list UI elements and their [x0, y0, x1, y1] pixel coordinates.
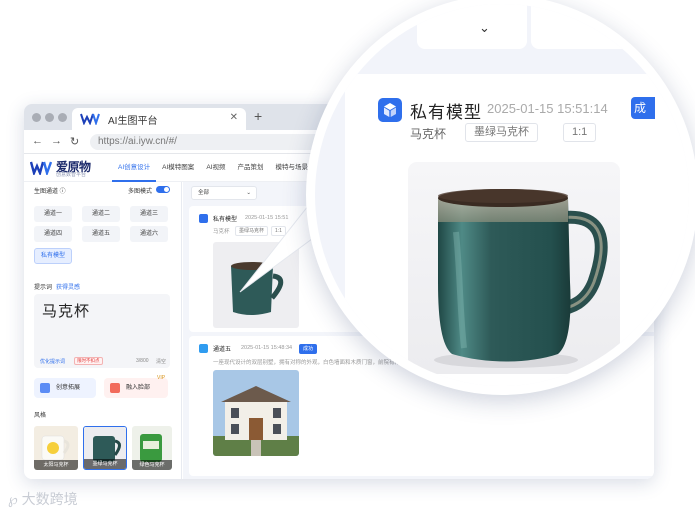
style-label: 风格	[34, 413, 47, 419]
villa-image	[213, 370, 299, 456]
window-close-dot[interactable]	[32, 113, 41, 122]
private-model-button[interactable]: 私有模型	[34, 248, 72, 264]
lens-title: 私有模型	[410, 103, 482, 122]
card1-product: 马克杯	[213, 229, 230, 235]
cube-icon	[384, 103, 396, 117]
card2-title: 通道五	[213, 347, 232, 353]
brand-subtitle: 创意数智平台	[56, 172, 87, 178]
forward-arrow-icon[interactable]: →	[51, 135, 62, 147]
site-logo-icon	[80, 113, 100, 125]
nav-ai-model[interactable]: AI模特图案	[156, 154, 200, 182]
channel-2-button[interactable]: 通道二	[82, 206, 120, 222]
multi-mode-toggle[interactable]	[156, 186, 170, 193]
lens-circle: ⌄ 私有模型 2025-01-15 15:51:14 成 马克杯 墨绿马克杯 1…	[306, 0, 695, 395]
new-tab-icon[interactable]: +	[254, 108, 262, 124]
lens-tag-style: 墨绿马克杯	[465, 123, 538, 142]
face-icon	[110, 383, 120, 393]
expand-icon	[40, 383, 50, 393]
face-blend-button[interactable]: 融入脸部	[104, 378, 168, 398]
clear-link[interactable]: 清空	[156, 358, 166, 365]
prompt-counter: 3/800	[136, 358, 149, 364]
inspiration-link[interactable]: 获得灵感	[56, 282, 80, 291]
style-caption-2: 墨绿马克杯	[84, 459, 126, 469]
private-model-icon	[199, 214, 208, 223]
style-caption-3: 绿色马克杯	[132, 460, 172, 470]
channel-label: 生图通道 ⓘ	[34, 189, 66, 195]
filter-value: 全部	[198, 190, 210, 196]
brand-mark-icon	[30, 161, 52, 175]
nav-ai-video[interactable]: AI视频	[200, 154, 231, 182]
top-nav: AI创意设计 AI模特图案 AI视频 产品策划 模特与场景	[112, 154, 314, 182]
left-panel: 生图通道 ⓘ 多图模式 通道一 通道二 通道三 通道四 通道五 通道六 私有模型…	[24, 182, 182, 479]
nav-ai-design[interactable]: AI创意设计	[112, 154, 157, 182]
card2-image[interactable]	[213, 370, 299, 456]
lens-time: 2025-01-15 15:51:14	[487, 101, 608, 116]
tab-close-icon[interactable]: ✕	[230, 112, 238, 123]
browser-tab[interactable]: AI生图平台 ✕	[72, 108, 246, 130]
green-mug-photo	[434, 189, 608, 368]
channel-5-button[interactable]: 通道五	[82, 226, 120, 242]
lens-product: 马克杯	[410, 127, 447, 141]
nav-product-plan[interactable]: 产品策划	[231, 154, 269, 182]
prompt-value: 马克杯	[42, 303, 91, 320]
channel-1-button[interactable]: 通道一	[34, 206, 72, 222]
lens-status-badge: 成	[631, 97, 655, 119]
screenshot-stage: AI生图平台 ✕ + ← → ↻ https://ai.iyw.cn/#/ 爱原…	[0, 0, 695, 515]
prompt-label: 提示词	[34, 285, 53, 291]
watermark-logo-icon: ℘	[8, 491, 18, 507]
prompt-input[interactable]: 马克杯 优化提示词 限时不扣点 3/800 清空	[34, 294, 170, 368]
window-minimize-dot[interactable]	[45, 113, 54, 122]
style-caption-1: 太阳马克杯	[34, 460, 78, 470]
vip-badge: VIP	[157, 375, 166, 381]
watermark-text: 大数跨境	[21, 491, 78, 507]
lens-mug-image[interactable]	[408, 162, 620, 374]
style-card-green-mug[interactable]: 墨绿马克杯	[83, 426, 127, 470]
lens-tag-ratio: 1:1	[563, 123, 597, 142]
window-maximize-dot[interactable]	[58, 113, 67, 122]
watermark: ℘ 大数跨境	[8, 489, 78, 509]
channel-6-button[interactable]: 通道六	[130, 226, 168, 242]
channel-5-icon	[199, 344, 208, 353]
lens-chevron-down-icon: ⌄	[479, 20, 490, 35]
card1-title: 私有模型	[213, 217, 238, 223]
lens-top-card	[531, 4, 689, 49]
magnifier-lens: ⌄ 私有模型 2025-01-15 15:51:14 成 马克杯 墨绿马克杯 1…	[306, 0, 695, 395]
lens-private-model-icon	[378, 98, 402, 122]
optimize-prompt-link[interactable]: 优化提示词	[40, 358, 65, 365]
free-badge: 限时不扣点	[74, 357, 103, 365]
reload-icon[interactable]: ↻	[70, 135, 79, 148]
lens-dropdown-card: ⌄	[417, 4, 527, 49]
creative-expand-label: 创意拓展	[56, 385, 81, 391]
channel-4-button[interactable]: 通道四	[34, 226, 72, 242]
tab-title: AI生图平台	[108, 115, 158, 127]
style-card-lime-mug[interactable]: 绿色马克杯	[132, 426, 172, 470]
multi-mode-label: 多图模式	[128, 189, 153, 195]
style-card-sun-mug[interactable]: 太阳马克杯	[34, 426, 78, 470]
back-arrow-icon[interactable]: ←	[32, 135, 43, 147]
card2-time: 2025-01-15 15:48:34	[241, 345, 293, 351]
face-blend-label: 融入脸部	[126, 385, 151, 391]
creative-expand-button[interactable]: 创意拓展	[34, 378, 96, 398]
brand-logo[interactable]: 爱原物 创意数智平台	[30, 157, 100, 179]
channel-3-button[interactable]: 通道三	[130, 206, 168, 222]
